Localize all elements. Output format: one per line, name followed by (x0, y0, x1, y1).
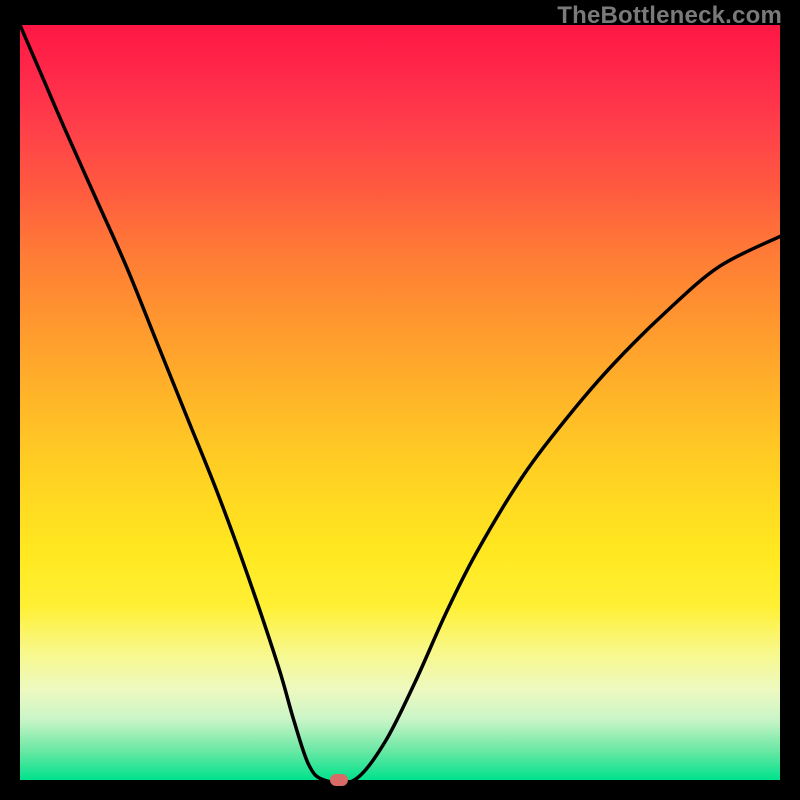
watermark-text: TheBottleneck.com (557, 2, 782, 30)
curve-path (20, 25, 780, 780)
plot-area (20, 25, 780, 780)
bottleneck-curve (20, 25, 780, 780)
chart-frame: TheBottleneck.com (0, 0, 800, 800)
optimum-marker (330, 774, 348, 786)
